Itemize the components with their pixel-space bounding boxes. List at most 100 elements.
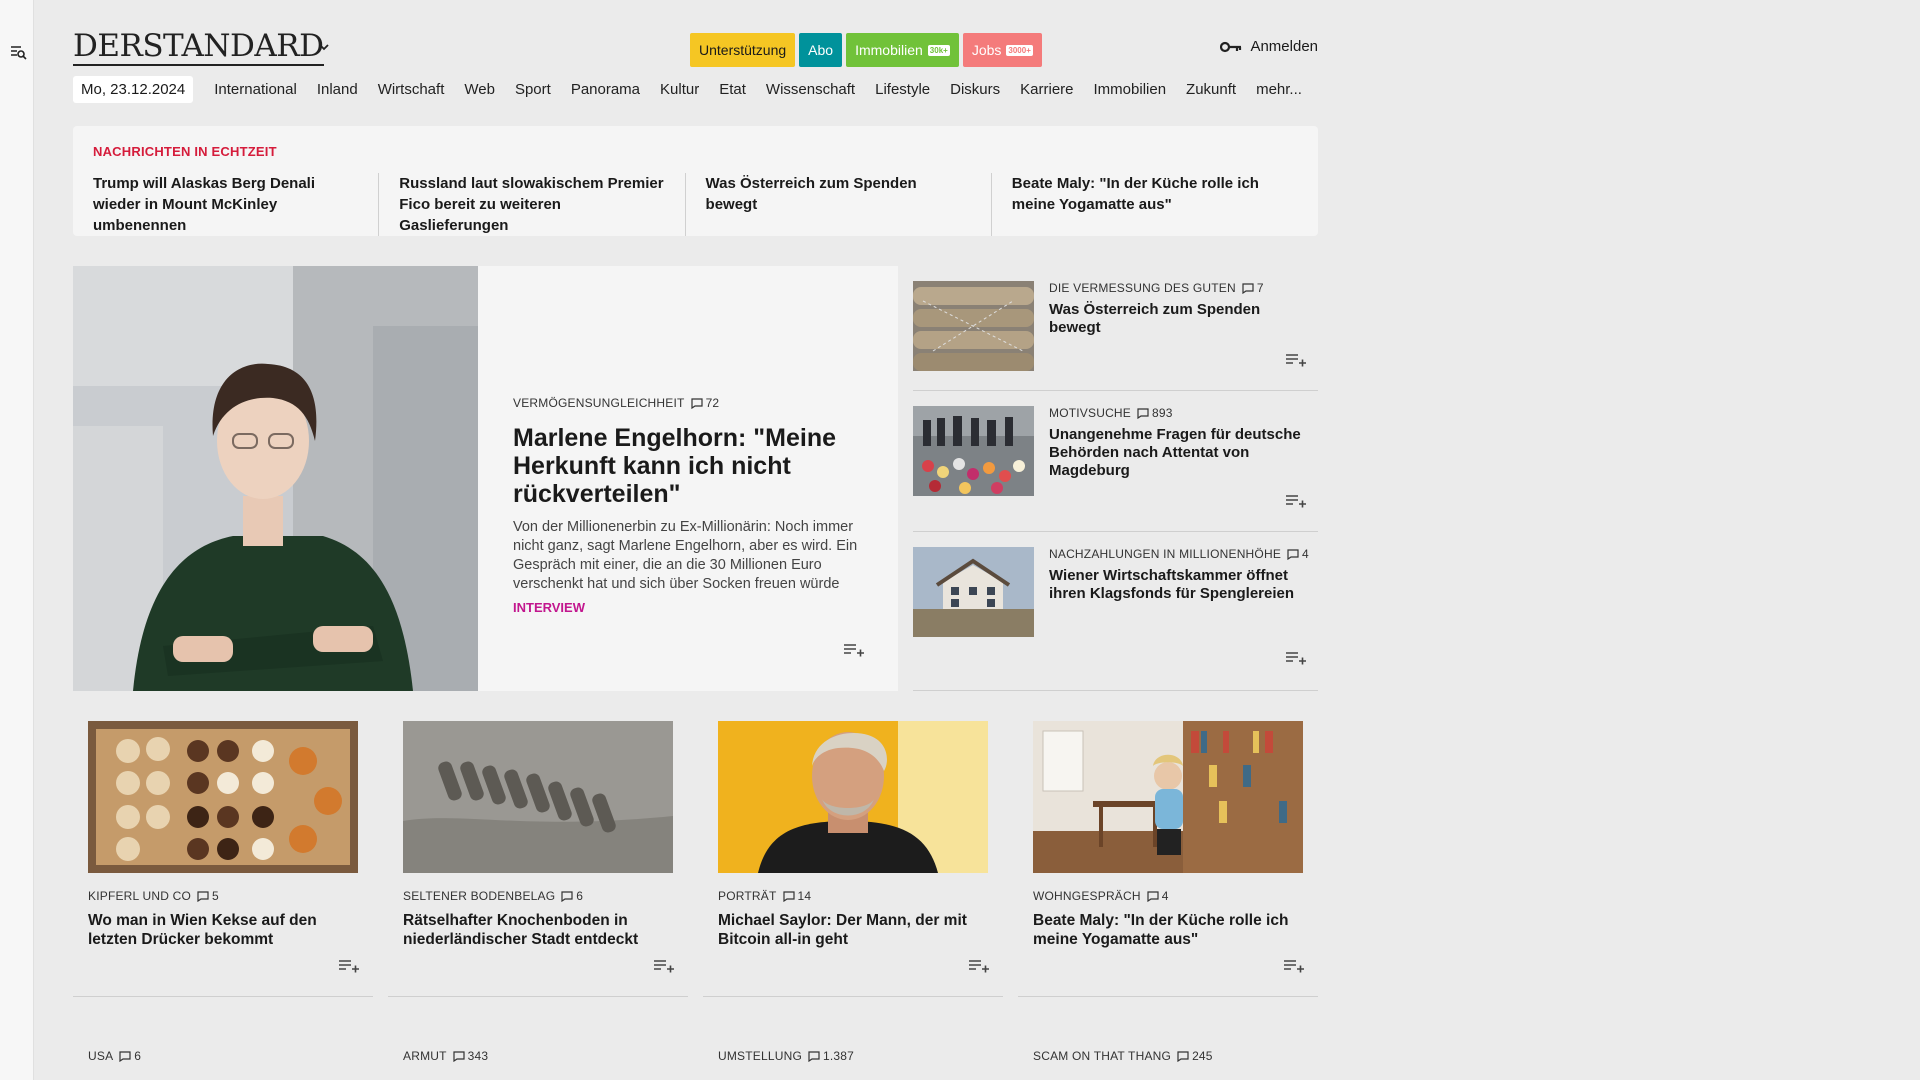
add-to-list-icon[interactable] xyxy=(338,958,360,974)
nav-item-immobilien[interactable]: Immobilien xyxy=(1094,81,1167,98)
comment-icon xyxy=(1147,890,1159,902)
nav-item-web[interactable]: Web xyxy=(464,81,495,98)
side-title[interactable]: Unangenehme Fragen für deutsche Behörden… xyxy=(1049,426,1311,480)
side-article[interactable]: DIE VERMESSUNG DES GUTEN 7 Was Österreich… xyxy=(913,266,1318,391)
add-to-list-icon[interactable] xyxy=(843,642,865,658)
comment-count[interactable]: 893 xyxy=(1137,406,1173,420)
nav-item-sport[interactable]: Sport xyxy=(515,81,551,98)
article-card[interactable]: ARMUT 343 xyxy=(388,1049,688,1063)
add-to-list-icon[interactable] xyxy=(1285,352,1307,368)
logo[interactable]: DERSTANDARD xyxy=(73,28,324,66)
kicker-label: PORTRÄT xyxy=(718,889,777,903)
ticker-item[interactable]: Was Österreich zum Spenden bewegt xyxy=(706,173,992,236)
search-menu-icon[interactable] xyxy=(6,40,30,64)
card-kicker: WOHNGESPRÄCH 4 xyxy=(1033,889,1303,903)
article-card[interactable]: UMSTELLUNG 1.387 xyxy=(703,1049,1003,1063)
card-image xyxy=(88,721,358,873)
nav-item-diskurs[interactable]: Diskurs xyxy=(950,81,1000,98)
article-card[interactable]: SELTENER BODENBELAG 6 Rätselhafter Knoche… xyxy=(388,721,688,997)
side-title[interactable]: Wiener Wirtschaftskammer öffnet ihren Kl… xyxy=(1049,567,1311,603)
comment-number: 4 xyxy=(1302,547,1309,561)
nav-item-zukunft[interactable]: Zukunft xyxy=(1186,81,1236,98)
card-kicker: USA 6 xyxy=(88,1049,358,1063)
card-kicker: SELTENER BODENBELAG 6 xyxy=(403,889,673,903)
side-column: DIE VERMESSUNG DES GUTEN 7 Was Österreich… xyxy=(913,266,1318,691)
comment-number: 245 xyxy=(1192,1049,1213,1063)
comment-count[interactable]: 6 xyxy=(561,889,583,903)
article-card[interactable]: SCAM ON THAT THANG 245 xyxy=(1018,1049,1318,1063)
immobilien-button[interactable]: Immobilien 30k+ xyxy=(846,33,959,67)
nav-item-panorama[interactable]: Panorama xyxy=(571,81,640,98)
comment-count[interactable]: 72 xyxy=(690,396,720,410)
comment-icon xyxy=(1242,282,1254,294)
article-card[interactable]: WOHNGESPRÄCH 4 Beate Maly: "In der Küche … xyxy=(1018,721,1318,997)
comment-icon xyxy=(453,1050,465,1062)
comment-number: 343 xyxy=(467,1049,489,1063)
add-to-list-icon[interactable] xyxy=(653,958,675,974)
nav-item-wissenschaft[interactable]: Wissenschaft xyxy=(766,81,855,98)
side-body: DIE VERMESSUNG DES GUTEN 7 Was Österreich… xyxy=(1049,281,1311,337)
nav-item-wirtschaft[interactable]: Wirtschaft xyxy=(378,81,445,98)
hero-image xyxy=(73,266,478,691)
nav-item-inland[interactable]: Inland xyxy=(317,81,358,98)
card-title[interactable]: Wo man in Wien Kekse auf den letzten Drü… xyxy=(88,911,358,949)
comment-icon xyxy=(808,1050,820,1062)
ticker-item[interactable]: Beate Maly: "In der Küche rolle ich mein… xyxy=(1012,173,1298,236)
kicker-label: NACHZAHLUNGEN IN MILLIONENHÖHE xyxy=(1049,547,1282,561)
add-to-list-icon[interactable] xyxy=(1285,493,1307,509)
comment-number: 893 xyxy=(1152,406,1173,420)
side-article[interactable]: NACHZAHLUNGEN IN MILLIONENHÖHE 4 Wiener W… xyxy=(913,532,1318,691)
card-image xyxy=(1033,721,1303,873)
side-body: MOTIVSUCHE 893 Unangenehme Fragen für deu… xyxy=(1049,406,1311,480)
hero-title[interactable]: Marlene Engelhorn: "Meine Herkunft kann … xyxy=(513,424,863,508)
comment-count[interactable]: 245 xyxy=(1177,1049,1213,1063)
comment-icon xyxy=(1177,1050,1189,1062)
comment-count[interactable]: 6 xyxy=(119,1049,141,1063)
pill-badge: 30k+ xyxy=(927,44,950,56)
jobs-button[interactable]: Jobs 3000+ xyxy=(962,33,1042,67)
comment-count[interactable]: 7 xyxy=(1242,281,1264,295)
support-button[interactable]: Unterstützung xyxy=(690,33,796,67)
card-title[interactable]: Rätselhafter Knochenboden in niederländi… xyxy=(403,911,673,949)
comment-count[interactable]: 343 xyxy=(453,1049,489,1063)
card-kicker: UMSTELLUNG 1.387 xyxy=(718,1049,988,1063)
nav-item-kultur[interactable]: Kultur xyxy=(660,81,699,98)
add-to-list-icon[interactable] xyxy=(1285,650,1307,666)
nav-item-etat[interactable]: Etat xyxy=(719,81,746,98)
comment-icon xyxy=(1137,407,1149,419)
nav-item-lifestyle[interactable]: Lifestyle xyxy=(875,81,930,98)
pill-label: Abo xyxy=(808,42,834,58)
side-title[interactable]: Was Österreich zum Spenden bewegt xyxy=(1049,301,1311,337)
article-card[interactable]: KIPFERL UND CO 5 Wo man in Wien Kekse auf… xyxy=(73,721,373,997)
main-nav: Mo, 23.12.2024 International Inland Wirt… xyxy=(73,72,1318,106)
comment-count[interactable]: 5 xyxy=(197,889,219,903)
comment-count[interactable]: 4 xyxy=(1287,547,1309,561)
login-button[interactable]: Anmelden xyxy=(1220,38,1318,55)
comment-count[interactable]: 1.387 xyxy=(808,1049,854,1063)
comment-number: 72 xyxy=(705,396,720,410)
card-image xyxy=(403,721,673,873)
article-card[interactable]: USA 6 xyxy=(73,1049,373,1063)
comment-number: 14 xyxy=(797,889,812,903)
hero-article[interactable]: VERMÖGENSUNGLEICHHEIT 72 Marlene Engelho… xyxy=(73,266,898,691)
ticker-item[interactable]: Russland laut slowakischem Premier Fico … xyxy=(399,173,686,236)
abo-button[interactable]: Abo xyxy=(799,33,843,67)
chevron-down-icon[interactable] xyxy=(317,40,331,54)
comment-count[interactable]: 14 xyxy=(782,889,812,903)
nav-item-international[interactable]: International xyxy=(214,81,297,98)
add-to-list-icon[interactable] xyxy=(968,958,990,974)
side-article[interactable]: MOTIVSUCHE 893 Unangenehme Fragen für deu… xyxy=(913,391,1318,532)
nav-item-more[interactable]: mehr... xyxy=(1256,81,1302,98)
card-title[interactable]: Michael Saylor: Der Mann, der mit Bitcoi… xyxy=(718,911,988,949)
comment-count[interactable]: 4 xyxy=(1147,889,1169,903)
article-card[interactable]: PORTRÄT 14 Michael Saylor: Der Mann, der … xyxy=(703,721,1003,997)
add-to-list-icon[interactable] xyxy=(1283,958,1305,974)
comment-number: 6 xyxy=(576,889,584,903)
ticker-item[interactable]: Trump will Alaskas Berg Denali wieder in… xyxy=(93,173,380,236)
left-sidebar xyxy=(0,0,34,1080)
nav-item-karriere[interactable]: Karriere xyxy=(1020,81,1073,98)
key-icon xyxy=(1220,41,1242,52)
card-title[interactable]: Beate Maly: "In der Küche rolle ich mein… xyxy=(1033,911,1303,949)
kicker-label: WOHNGESPRÄCH xyxy=(1033,889,1141,903)
current-date: Mo, 23.12.2024 xyxy=(73,75,194,103)
